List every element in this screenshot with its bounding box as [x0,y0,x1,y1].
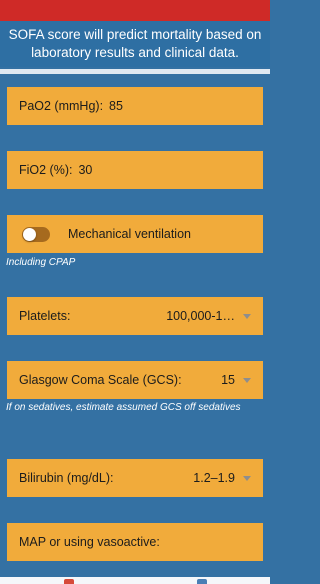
tab-icon-left[interactable] [64,579,74,584]
dropdown-caret-icon [243,313,251,319]
map-label: MAP or using vasoactive: [19,535,160,549]
description-banner: SOFA score will predict mortality based … [0,21,270,67]
platelets-value: 100,000-1… [166,309,235,323]
bottom-tab-bar [0,577,270,584]
status-strip [0,0,270,21]
description-text: SOFA score will predict mortality based … [8,27,262,60]
pao2-label: PaO2 (mmHg): [19,99,104,113]
mechanical-ventilation-hint: Including CPAP [6,257,76,268]
mechanical-ventilation-toggle[interactable] [22,226,50,242]
mechanical-ventilation-label: Mechanical ventilation [68,227,191,241]
fio2-label: FiO2 (%): [19,163,73,177]
dropdown-caret-icon [243,377,251,383]
mechanical-ventilation-row[interactable]: Mechanical ventilation [7,215,263,253]
bilirubin-label: Bilirubin (mg/dL): [19,471,114,485]
pao2-field[interactable]: PaO2 (mmHg): 85 [7,87,263,125]
toggle-knob [23,227,36,241]
platelets-select[interactable]: Platelets: 100,000-1… [7,297,263,335]
gcs-label: Glasgow Coma Scale (GCS): [19,373,182,387]
bilirubin-select[interactable]: Bilirubin (mg/dL): 1.2–1.9 [7,459,263,497]
gcs-select[interactable]: Glasgow Coma Scale (GCS): 15 [7,361,263,399]
pao2-input[interactable]: 85 [109,99,123,113]
map-select[interactable]: MAP or using vasoactive: [7,523,263,561]
fio2-field[interactable]: FiO2 (%): 30 [7,151,263,189]
divider [0,69,270,74]
tab-icon-right[interactable] [197,579,207,584]
gcs-hint: If on sedatives, estimate assumed GCS of… [6,402,241,413]
fio2-input[interactable]: 30 [78,163,92,177]
bilirubin-value: 1.2–1.9 [193,471,235,485]
platelets-label: Platelets: [19,309,71,323]
dropdown-caret-icon [243,475,251,481]
gcs-value: 15 [221,373,235,387]
